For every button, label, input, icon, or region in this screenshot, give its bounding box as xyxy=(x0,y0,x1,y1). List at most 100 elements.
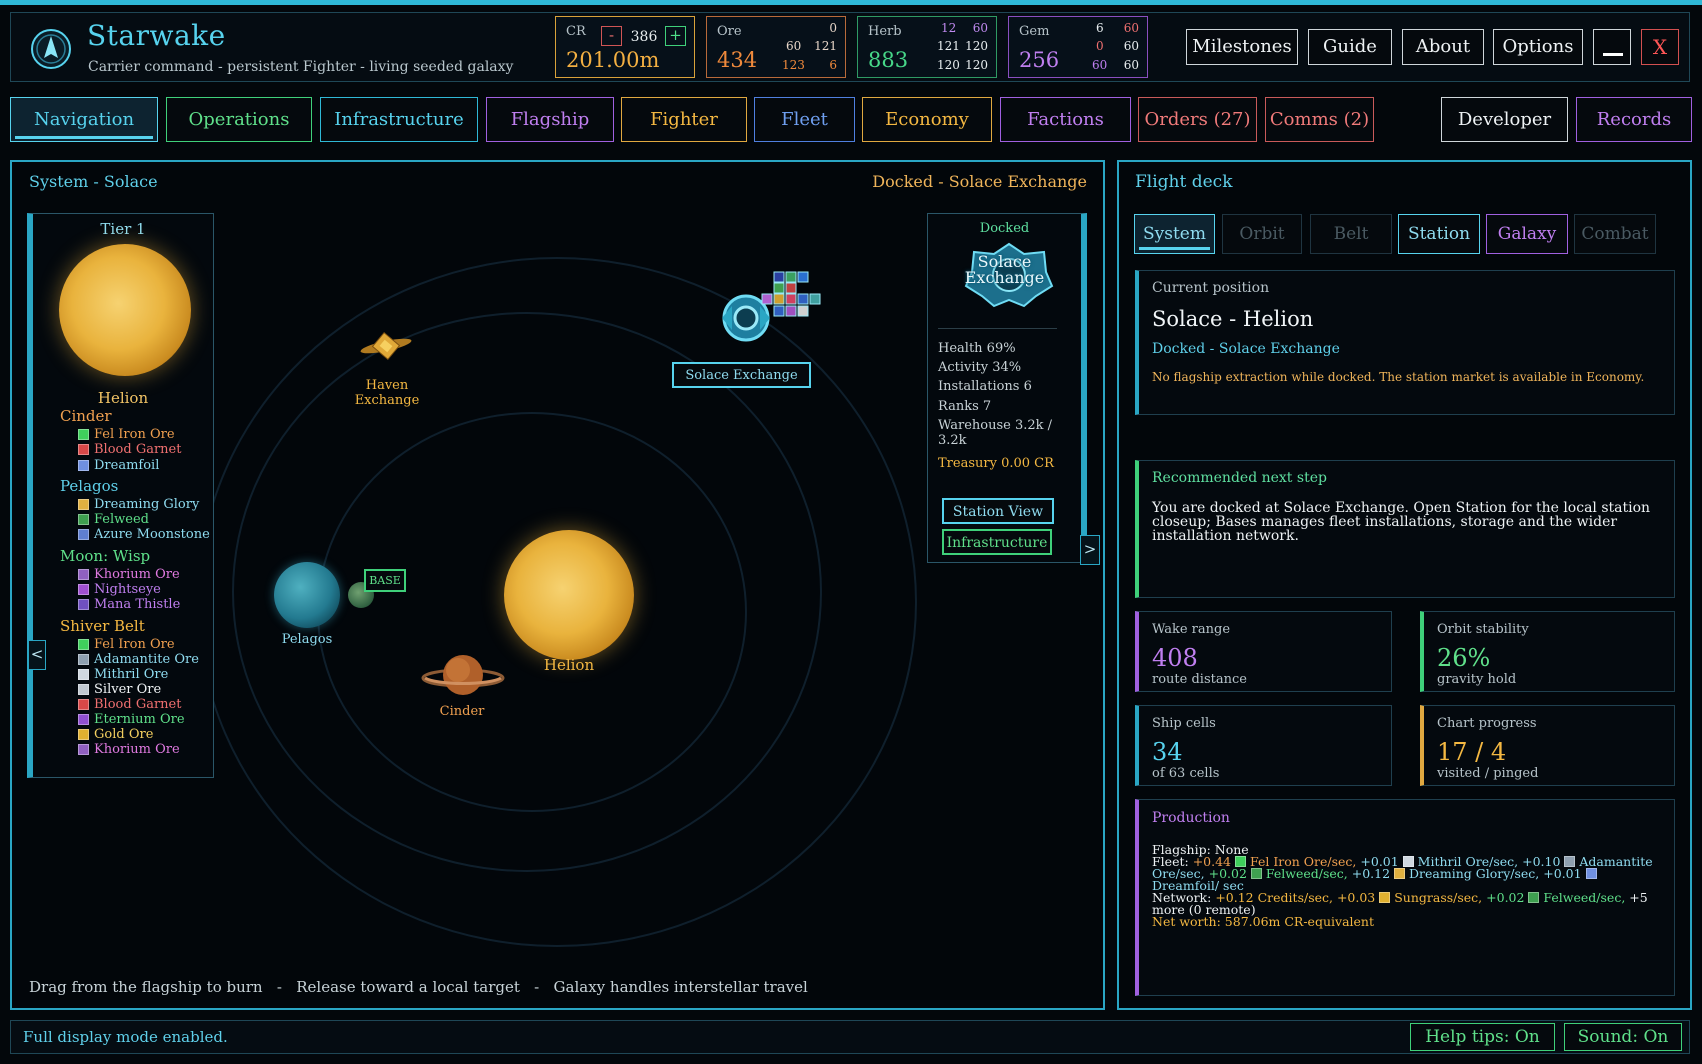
credits-decrease-button[interactable]: - xyxy=(601,26,622,46)
dreamfoil-icon xyxy=(78,460,89,471)
tab-orbit[interactable]: Orbit xyxy=(1222,214,1302,254)
orbit-stability-card: Orbit stability 26% gravity hold xyxy=(1420,611,1675,692)
tab-operations[interactable]: Operations xyxy=(166,97,312,142)
station-infrastructure-button[interactable]: Infrastructure xyxy=(942,529,1052,555)
gold-ore-icon xyxy=(78,729,89,740)
chart-progress-value: 17 / 4 xyxy=(1437,738,1507,766)
pelagos-label[interactable]: Pelagos xyxy=(267,632,347,647)
planet-cinder[interactable] xyxy=(420,652,506,698)
list-item[interactable]: Nightseye xyxy=(78,582,161,597)
guide-button[interactable]: Guide xyxy=(1308,29,1392,65)
solace-exchange-label[interactable]: Solace Exchange xyxy=(672,362,811,388)
haven-exchange-station-icon[interactable] xyxy=(357,330,415,362)
credits-increase-button[interactable]: + xyxy=(665,26,686,46)
body-group-pelagos[interactable]: Pelagos xyxy=(60,477,118,495)
station-activity: Activity 34% xyxy=(938,360,1022,375)
close-button[interactable]: X xyxy=(1641,29,1679,65)
ship-cells-card: Ship cells 34 of 63 cells xyxy=(1135,705,1392,786)
body-group-cinder[interactable]: Cinder xyxy=(60,407,112,425)
help-tips-toggle[interactable]: Help tips: On xyxy=(1410,1023,1555,1051)
planet-pelagos[interactable] xyxy=(274,562,340,628)
tab-economy[interactable]: Economy xyxy=(862,97,992,142)
helion-label[interactable]: Helion xyxy=(519,656,619,674)
tab-factions[interactable]: Factions xyxy=(1000,97,1131,142)
collapse-list-button[interactable]: < xyxy=(28,640,46,670)
list-item[interactable]: Blood Garnet xyxy=(78,697,181,712)
gem-panel: Gem 256 6 60 0 60 60 60 xyxy=(1008,16,1148,78)
list-item[interactable]: Dreaming Glory xyxy=(78,497,199,512)
list-item[interactable]: Eternium Ore xyxy=(78,712,185,727)
tab-comms[interactable]: Comms (2) xyxy=(1265,97,1374,142)
list-item[interactable]: Dreamfoil xyxy=(78,458,159,473)
list-item[interactable]: Felweed xyxy=(78,512,149,527)
current-position-note: No flagship extraction while docked. The… xyxy=(1152,370,1645,384)
recommended-title: Recommended next step xyxy=(1152,470,1327,486)
tab-records[interactable]: Records xyxy=(1576,97,1692,142)
production-fleet: Fleet: +0.44 Fel Iron Ore/sec, +0.01 Mit… xyxy=(1152,854,1653,893)
production-network: Network: +0.12 Credits/sec, +0.03 Sungra… xyxy=(1152,890,1648,917)
tab-fighter[interactable]: Fighter xyxy=(621,97,747,142)
milestones-button[interactable]: Milestones xyxy=(1186,29,1298,65)
flight-deck-panel: Flight deck System Orbit Belt Station Ga… xyxy=(1117,160,1692,1010)
felweed-icon xyxy=(1250,868,1262,879)
tab-infrastructure[interactable]: Infrastructure xyxy=(320,97,478,142)
tab-fleet[interactable]: Fleet xyxy=(754,97,855,142)
blood-garnet-icon xyxy=(78,444,89,455)
ship-cells-title: Ship cells xyxy=(1152,716,1216,731)
system-body-list: Tier 1 Helion Cinder Fel Iron Ore Blood … xyxy=(27,213,214,778)
chart-progress-sub: visited / pinged xyxy=(1437,766,1539,781)
station-installations: Installations 6 xyxy=(938,379,1032,394)
options-button[interactable]: Options xyxy=(1493,29,1583,65)
list-item[interactable]: Khorium Ore xyxy=(78,742,180,757)
tab-navigation[interactable]: Navigation xyxy=(10,97,158,142)
list-item[interactable]: Adamantite Ore xyxy=(78,652,199,667)
tab-system[interactable]: System xyxy=(1134,214,1215,254)
production-body: Flagship: None Fleet: +0.44 Fel Iron Ore… xyxy=(1152,843,1660,928)
tab-station[interactable]: Station xyxy=(1398,214,1480,254)
herb-stat: 120 xyxy=(937,58,960,72)
adamantite-ore-icon xyxy=(78,654,89,665)
map-hint-text: Drag from the flagship to burn - Release… xyxy=(29,978,808,996)
base-marker[interactable]: BASE xyxy=(364,569,406,592)
divider xyxy=(938,328,1057,329)
body-group-moon-wisp[interactable]: Moon: Wisp xyxy=(60,547,150,565)
tab-belt[interactable]: Belt xyxy=(1310,214,1392,254)
current-position-card: Current position Solace - Helion Docked … xyxy=(1135,270,1675,415)
blood-garnet-icon xyxy=(78,699,89,710)
tab-orders[interactable]: Orders (27) xyxy=(1138,97,1257,142)
star-helion-portrait[interactable] xyxy=(59,244,191,376)
credits-label: CR xyxy=(566,24,586,39)
tab-combat[interactable]: Combat xyxy=(1574,214,1656,254)
cinder-label[interactable]: Cinder xyxy=(422,704,502,719)
expand-station-card-button[interactable]: > xyxy=(1080,535,1100,565)
station-name: Solace Exchange xyxy=(964,252,1045,287)
list-item[interactable]: Fel Iron Ore xyxy=(78,637,175,652)
dreaming-glory-icon xyxy=(1394,868,1406,879)
haven-exchange-label[interactable]: Haven Exchange xyxy=(337,378,437,408)
list-item[interactable]: Azure Moonstone xyxy=(78,527,210,542)
tab-galaxy[interactable]: Galaxy xyxy=(1486,214,1568,254)
body-group-shiver-belt[interactable]: Shiver Belt xyxy=(60,617,145,635)
station-view-button[interactable]: Station View xyxy=(942,498,1054,524)
system-map-panel[interactable]: System - Solace Docked - Solace Exchange… xyxy=(10,160,1105,1010)
app-subtitle: Carrier command - persistent Fighter - l… xyxy=(88,59,514,75)
status-bar: Full display mode enabled. Help tips: On… xyxy=(10,1020,1690,1054)
list-item[interactable]: Fel Iron Ore xyxy=(78,427,175,442)
about-button[interactable]: About xyxy=(1402,29,1484,65)
list-item[interactable]: Mithril Ore xyxy=(78,667,168,682)
list-item[interactable]: Mana Thistle xyxy=(78,597,180,612)
minimize-icon xyxy=(1603,53,1623,56)
tab-flagship[interactable]: Flagship xyxy=(486,97,614,142)
minimize-button[interactable] xyxy=(1593,29,1631,65)
list-item[interactable]: Blood Garnet xyxy=(78,442,181,457)
star-helion[interactable] xyxy=(504,530,634,660)
tab-developer[interactable]: Developer xyxy=(1441,97,1568,142)
solace-exchange-station-icon[interactable] xyxy=(702,266,822,344)
top-accent-strip xyxy=(0,0,1702,5)
list-item[interactable]: Khorium Ore xyxy=(78,567,180,582)
current-position-title: Current position xyxy=(1152,280,1270,296)
system-title: System - Solace xyxy=(29,172,158,191)
sound-toggle[interactable]: Sound: On xyxy=(1564,1023,1682,1051)
list-item[interactable]: Silver Ore xyxy=(78,682,161,697)
list-item[interactable]: Gold Ore xyxy=(78,727,153,742)
